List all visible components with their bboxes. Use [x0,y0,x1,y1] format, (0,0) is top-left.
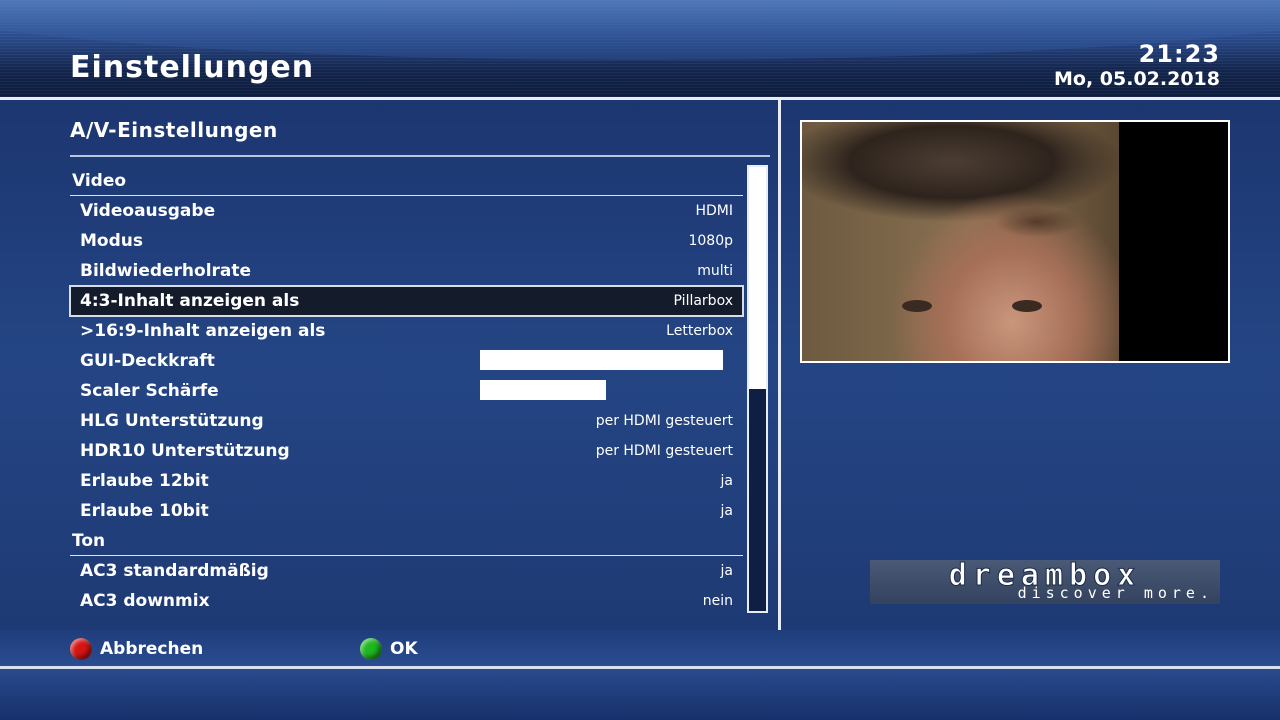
setting-label: GUI-Deckkraft [80,351,215,371]
setting-hlg[interactable]: HLG Unterstützung per HDMI gesteuert [70,406,743,436]
ok-button[interactable]: OK [360,636,418,662]
setting-label: Scaler Schärfe [80,381,219,401]
red-button-icon [70,638,92,660]
scrollbar-thumb[interactable] [749,167,766,389]
setting-label: HLG Unterstützung [80,411,264,431]
setting-value: 1080p [688,233,733,249]
setting-value: ja [720,503,733,519]
setting-label: AC3 downmix [80,591,210,611]
settings-list: Video Videoausgabe HDMI Modus 1080p Bild… [69,166,744,616]
setting-value: ja [720,563,733,579]
setting-value: HDMI [695,203,733,219]
ok-label: OK [390,639,418,659]
date: Mo, 05.02.2018 [1054,68,1220,90]
setting-videoausgabe[interactable]: Videoausgabe HDMI [70,196,743,226]
vertical-divider [778,100,781,630]
setting-value: Letterbox [666,323,733,339]
section-header-video: Video [70,166,743,196]
setting-bildwiederholrate[interactable]: Bildwiederholrate multi [70,256,743,286]
preview-image [802,122,1119,361]
setting-12bit[interactable]: Erlaube 12bit ja [70,466,743,496]
setting-value: nein [702,593,733,609]
setting-label: Modus [80,231,143,251]
setting-label: HDR10 Unterstützung [80,441,290,461]
setting-label: AC3 standardmäßig [80,561,269,581]
setting-ac3-standard[interactable]: AC3 standardmäßig ja [70,556,743,586]
section-header-ton: Ton [70,526,743,556]
preview-detail [1012,300,1042,312]
section-label: Video [72,171,127,191]
logo-tagline: discover more. [1017,584,1214,602]
page-title: Einstellungen [70,50,315,85]
setting-label: Erlaube 12bit [80,471,209,491]
panel-subtitle: A/V-Einstellungen [70,118,278,142]
cancel-label: Abbrechen [100,639,204,659]
subtitle-divider [70,155,770,157]
setting-label: >16:9-Inhalt anzeigen als [80,321,326,341]
setting-label: 4:3-Inhalt anzeigen als [80,291,300,311]
preview-detail [902,300,932,312]
gui-deckkraft-slider[interactable] [480,350,723,370]
section-label: Ton [72,531,106,551]
setting-169-inhalt[interactable]: >16:9-Inhalt anzeigen als Letterbox [70,316,743,346]
dreambox-logo: dreambox discover more. [870,558,1220,604]
setting-value: Pillarbox [673,293,733,309]
setting-scaler-schaerfe[interactable]: Scaler Schärfe [70,376,743,406]
cancel-button[interactable]: Abbrechen [70,636,203,662]
setting-value: multi [697,263,733,279]
clock: 21:23 [1138,40,1220,68]
setting-hdr10[interactable]: HDR10 Unterstützung per HDMI gesteuert [70,436,743,466]
green-button-icon [360,638,382,660]
scrollbar[interactable] [747,165,768,613]
video-preview [800,120,1230,363]
setting-gui-deckkraft[interactable]: GUI-Deckkraft [70,346,743,376]
setting-label: Bildwiederholrate [80,261,252,281]
footer-divider [0,666,1280,669]
setting-label: Videoausgabe [80,201,216,221]
setting-10bit[interactable]: Erlaube 10bit ja [70,496,743,526]
setting-value: per HDMI gesteuert [595,443,733,459]
setting-43-inhalt[interactable]: 4:3-Inhalt anzeigen als Pillarbox [69,285,744,317]
setting-value: per HDMI gesteuert [595,413,733,429]
setting-value: ja [720,473,733,489]
setting-ac3-downmix[interactable]: AC3 downmix nein [70,586,743,616]
setting-label: Erlaube 10bit [80,501,209,521]
scaler-schaerfe-slider[interactable] [480,380,606,400]
setting-modus[interactable]: Modus 1080p [70,226,743,256]
